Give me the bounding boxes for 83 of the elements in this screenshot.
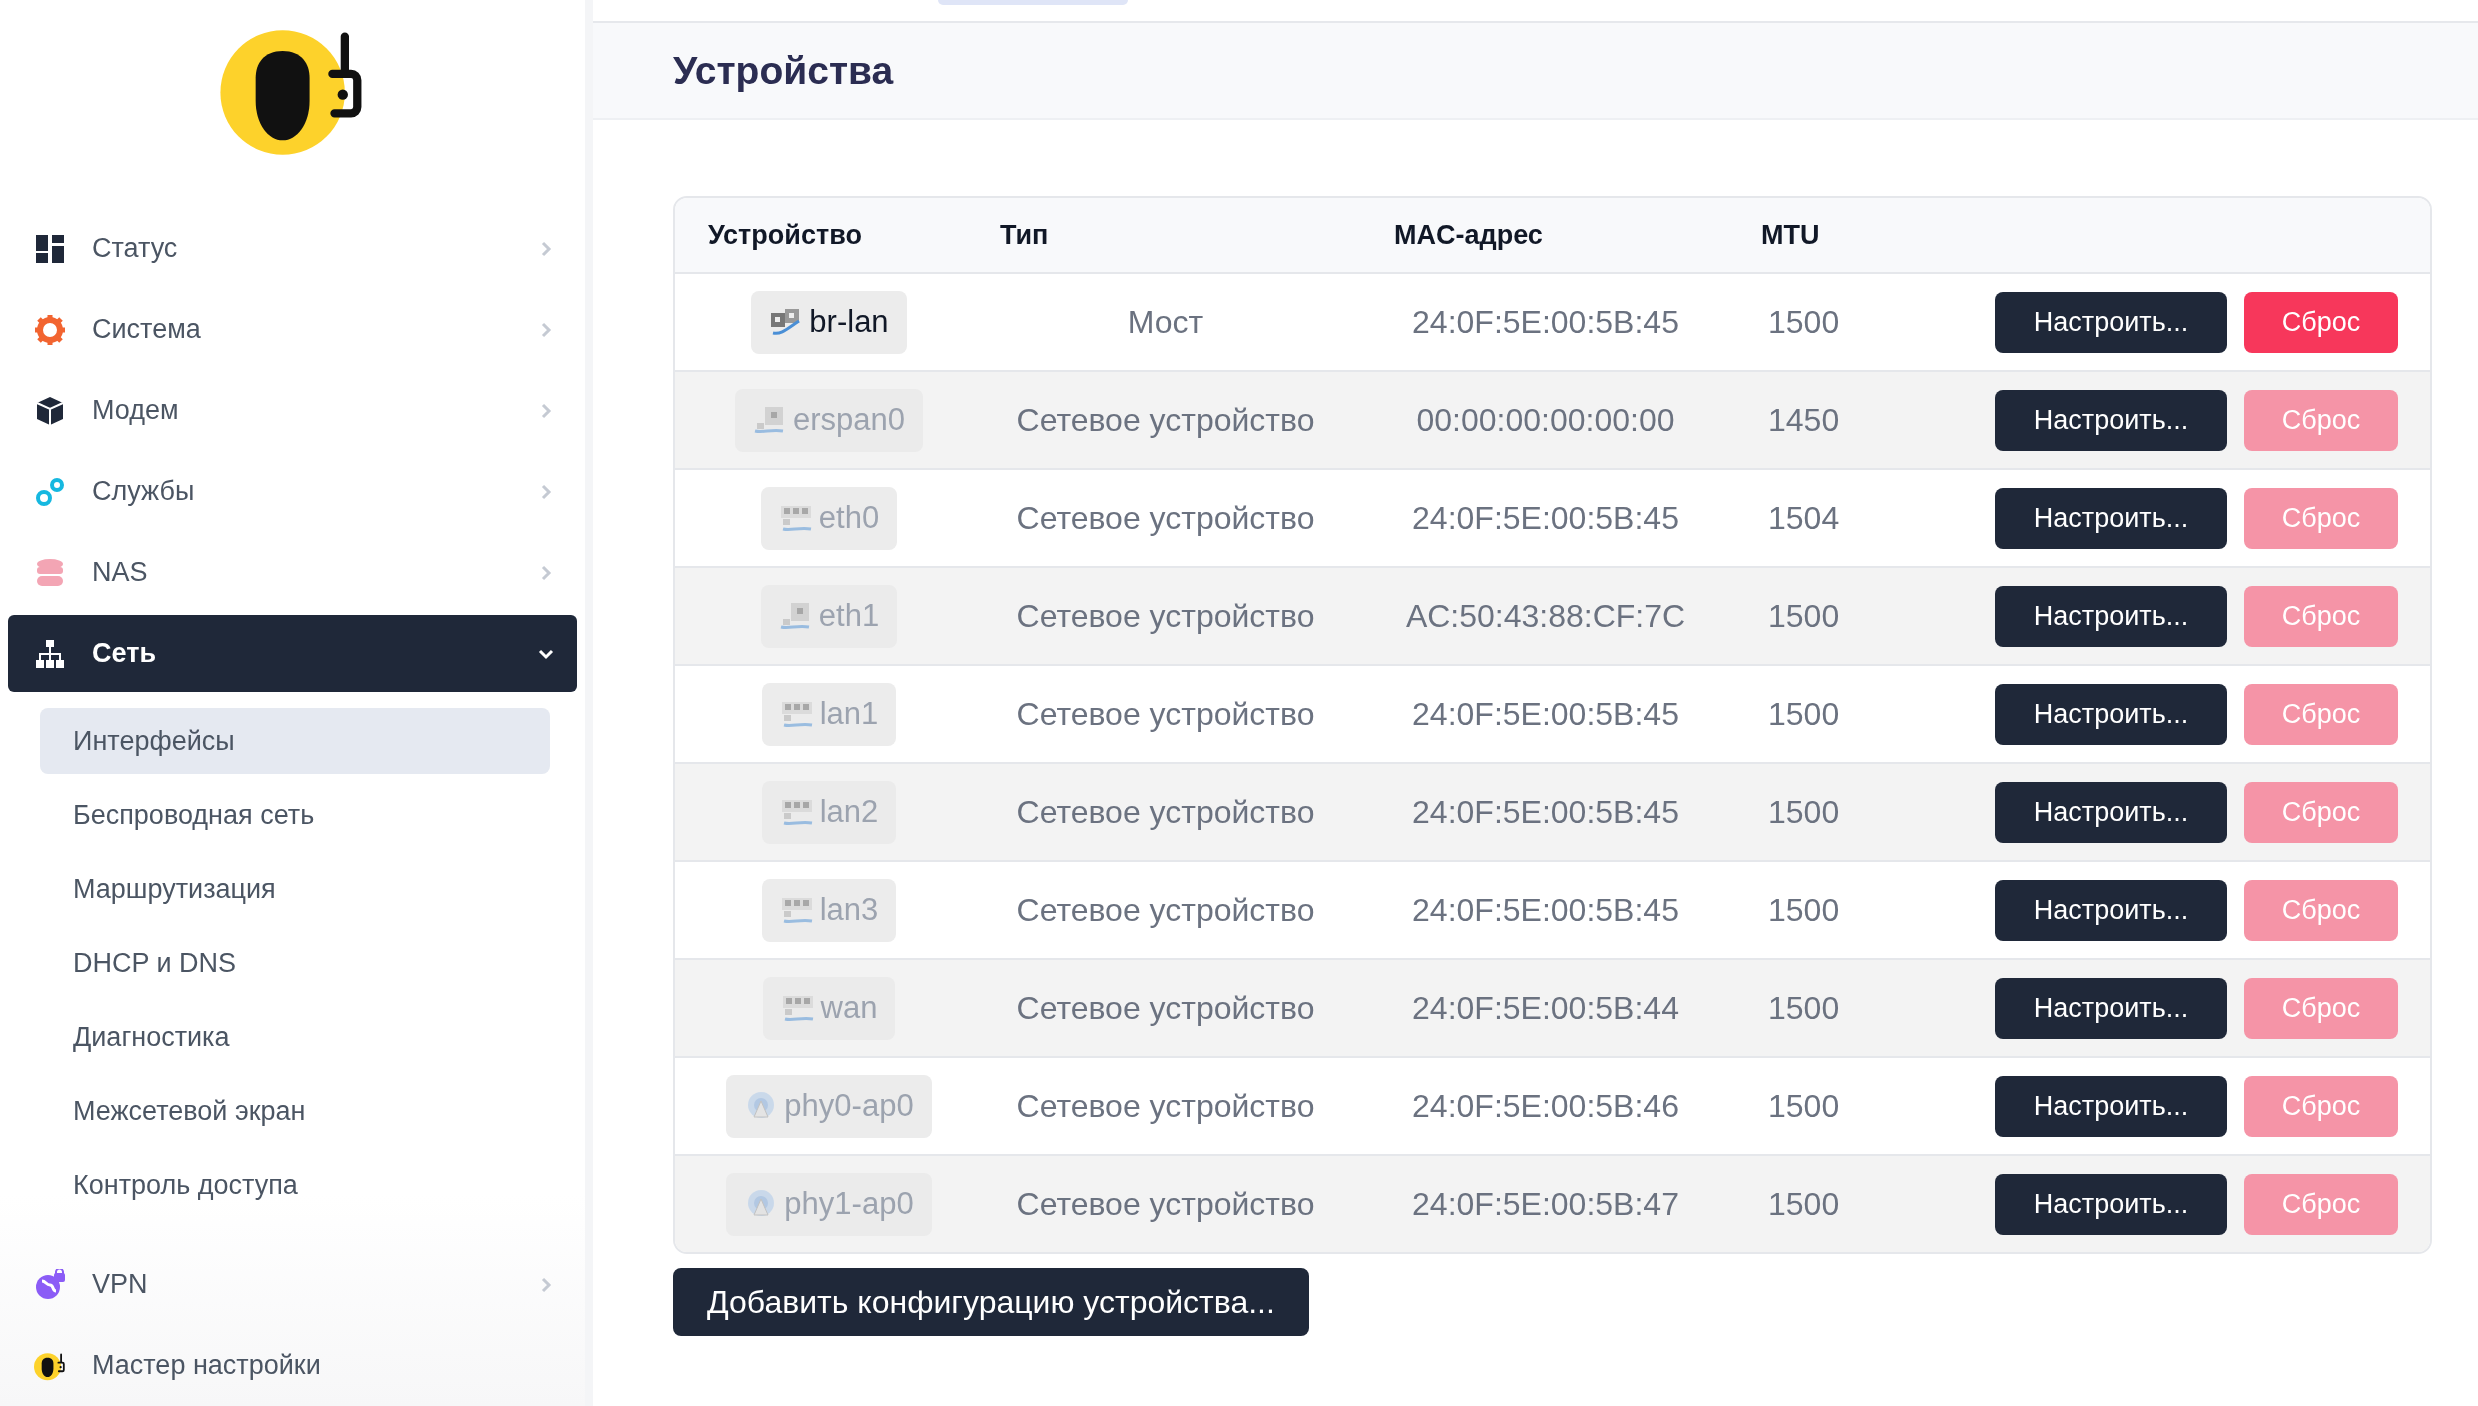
table-cell-text: Сетевое устройство bbox=[1015, 499, 1316, 537]
device-badge: eth1 bbox=[760, 584, 898, 648]
table-cell-text: 24:0F:5E:00:5B:46 bbox=[1411, 1087, 1680, 1125]
table-cell-text: 24:0F:5E:00:5B:44 bbox=[1411, 989, 1680, 1027]
sidebar-item[interactable]: Система bbox=[8, 291, 577, 368]
table-cell-text: 00:00:00:00:00:00 bbox=[1415, 401, 1676, 439]
configure-button[interactable]: Настроить... bbox=[1995, 389, 2227, 451]
configure-button[interactable]: Настроить... bbox=[1995, 585, 2227, 647]
device-badge: lan2 bbox=[761, 780, 897, 844]
table-cell-text: Сетевое устройство bbox=[1015, 1087, 1316, 1125]
table-cell-text: AC:50:43:88:CF:7C bbox=[1404, 597, 1687, 635]
cube-icon bbox=[34, 394, 66, 427]
sidebar-item[interactable]: Сеть bbox=[8, 615, 577, 692]
table-cell-text: 24:0F:5E:00:5B:45 bbox=[1411, 695, 1680, 733]
submenu-item[interactable]: Межсетевой экран bbox=[40, 1078, 550, 1144]
table-cell-text: Сетевое устройство bbox=[1015, 891, 1316, 929]
sidebar-item[interactable]: Статус bbox=[8, 210, 577, 287]
table-cell-text: 1450 bbox=[1767, 401, 1841, 439]
configure-button[interactable]: Настроить... bbox=[1995, 977, 2227, 1039]
settings-icon bbox=[34, 313, 66, 346]
table-cell-text: 24:0F:5E:00:5B:47 bbox=[1411, 1185, 1680, 1223]
table-cell-text: 24:0F:5E:00:5B:45 bbox=[1411, 891, 1680, 929]
database-icon bbox=[34, 556, 66, 589]
sidebar-item[interactable]: Модем bbox=[8, 372, 577, 449]
add-device-button[interactable]: Добавить конфигурацию устройства... bbox=[673, 1268, 1309, 1336]
submenu-item[interactable]: Контроль доступа bbox=[40, 1152, 550, 1218]
table-cell-text: 24:0F:5E:00:5B:45 bbox=[1411, 499, 1680, 537]
table-cell-text: 1500 bbox=[1767, 303, 1841, 341]
device-badge: eth0 bbox=[760, 486, 898, 550]
ethernet-ports-icon bbox=[779, 699, 814, 729]
table-cell-text: 24:0F:5E:00:5B:45 bbox=[1411, 793, 1680, 831]
column-header: MTU bbox=[1760, 219, 1821, 251]
reset-button[interactable]: Сброс bbox=[2244, 291, 2398, 353]
submenu-item[interactable]: Диагностика bbox=[40, 1004, 550, 1070]
device-badge: phy0-ap0 bbox=[726, 1074, 932, 1138]
table-cell-text: Сетевое устройство bbox=[1015, 695, 1316, 733]
submenu-item[interactable]: Интерфейсы bbox=[40, 708, 550, 774]
configure-button[interactable]: Настроить... bbox=[1995, 781, 2227, 843]
column-header: MAC-адрес bbox=[1393, 219, 1544, 251]
device-badge: lan1 bbox=[761, 682, 897, 746]
dashboard-icon bbox=[34, 232, 66, 265]
configure-button[interactable]: Настроить... bbox=[1995, 1173, 2227, 1235]
table-cell-text: 1500 bbox=[1767, 1185, 1841, 1223]
table-cell-text: Сетевое устройство bbox=[1015, 401, 1316, 439]
sidebar-item[interactable]: NAS bbox=[8, 534, 577, 611]
column-header: Устройство bbox=[707, 219, 863, 251]
submenu-item[interactable]: Беспроводная сеть bbox=[40, 782, 550, 848]
table-cell-text: 1504 bbox=[1767, 499, 1841, 537]
table-cell-text: Мост bbox=[1126, 303, 1205, 341]
configure-button[interactable]: Настроить... bbox=[1995, 683, 2227, 745]
ethernet-ports-icon bbox=[780, 993, 815, 1023]
submenu-item[interactable]: Маршрутизация bbox=[40, 856, 550, 922]
sidebar-item[interactable]: Мастер настройки bbox=[8, 1327, 577, 1404]
table-cell-text: 1500 bbox=[1767, 695, 1841, 733]
device-badge: br-lan bbox=[751, 290, 907, 354]
sitemap-icon bbox=[34, 637, 66, 670]
ethernet-ports-icon bbox=[779, 895, 814, 925]
device-badge: wan bbox=[762, 976, 896, 1040]
table-cell-text: Сетевое устройство bbox=[1015, 597, 1316, 635]
page-title: Устройства bbox=[673, 48, 894, 93]
ethernet-ports-icon bbox=[779, 797, 814, 827]
device-badge: lan3 bbox=[761, 878, 897, 942]
submenu-item[interactable]: DHCP и DNS bbox=[40, 930, 550, 996]
table-cell-text: 1500 bbox=[1767, 989, 1841, 1027]
table-cell-text: Сетевое устройство bbox=[1015, 1185, 1316, 1223]
table-cell-text: 1500 bbox=[1767, 1087, 1841, 1125]
globe-lock-icon bbox=[34, 1268, 66, 1301]
sidebar-item[interactable]: VPN bbox=[8, 1246, 577, 1323]
ethernet-ports-icon bbox=[778, 503, 813, 533]
table-cell-text: Сетевое устройство bbox=[1015, 989, 1316, 1027]
configure-button[interactable]: Настроить... bbox=[1995, 487, 2227, 549]
sidebar-item[interactable]: Службы bbox=[8, 453, 577, 530]
configure-button[interactable]: Настроить... bbox=[1995, 879, 2227, 941]
table-cell-text: Сетевое устройство bbox=[1015, 793, 1316, 831]
table-cell-text: 1500 bbox=[1767, 597, 1841, 635]
device-badge: erspan0 bbox=[735, 388, 923, 452]
device-badge: phy1-ap0 bbox=[726, 1172, 932, 1236]
table-cell-text: 1500 bbox=[1767, 891, 1841, 929]
column-header: Тип bbox=[999, 219, 1050, 251]
configure-button[interactable]: Настроить... bbox=[1995, 1075, 2227, 1137]
configure-button[interactable]: Настроить... bbox=[1995, 291, 2227, 353]
table-cell-text: 1500 bbox=[1767, 793, 1841, 831]
table-cell-text: 24:0F:5E:00:5B:45 bbox=[1411, 303, 1680, 341]
